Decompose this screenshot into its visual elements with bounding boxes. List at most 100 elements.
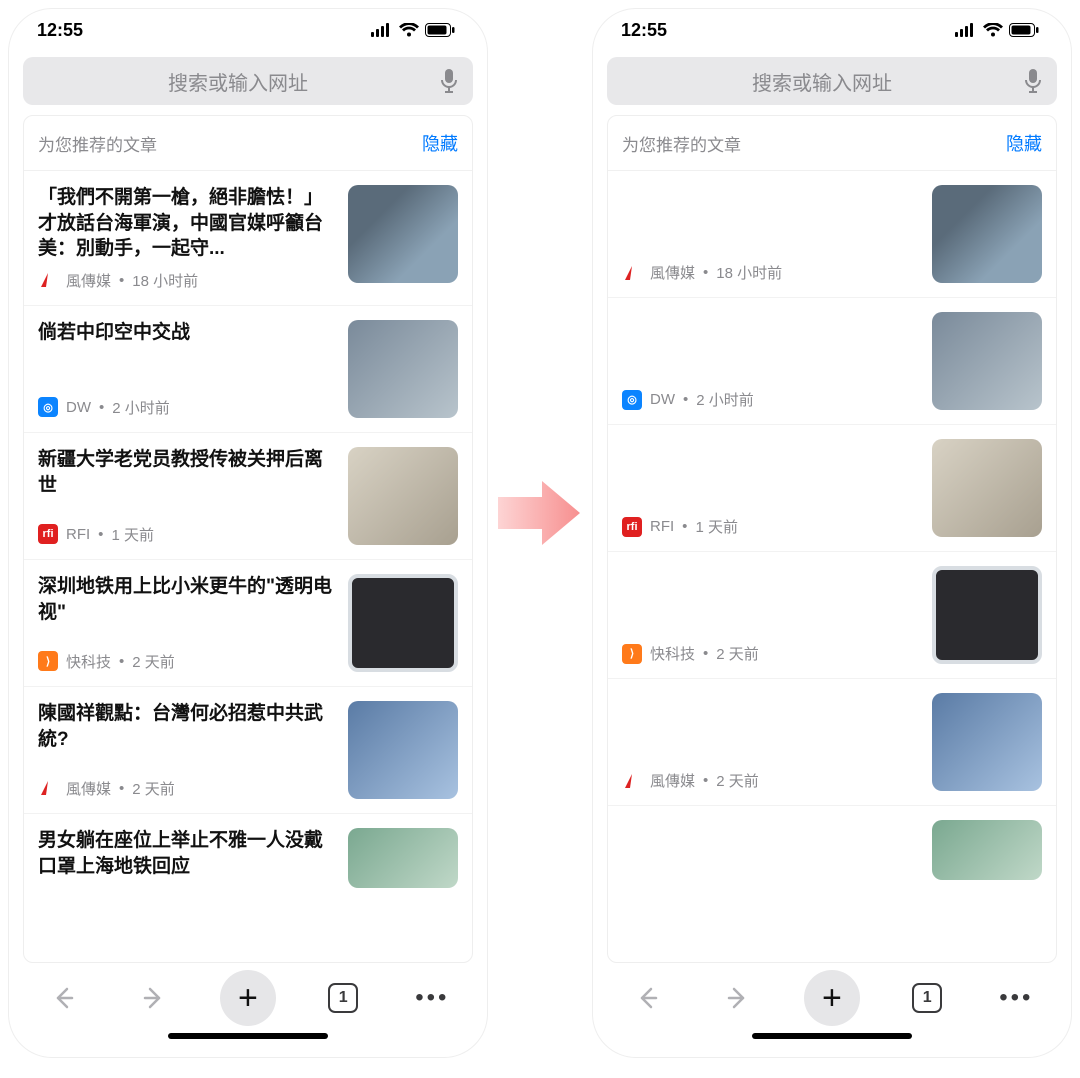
home-indicator[interactable]	[9, 1033, 487, 1057]
article-item[interactable]: 「我們不開第一槍，絕非膽怯！」才放話台海軍演，中國官媒呼籲台美：別動手，一起守.…	[24, 171, 472, 306]
search-placeholder: 搜索或输入网址	[621, 67, 1023, 96]
new-tab-button[interactable]: +	[804, 970, 860, 1026]
tab-count: 1	[328, 983, 358, 1013]
article-title: 深圳地铁用上比小米更牛的"透明电视"	[38, 574, 336, 625]
source-icon	[622, 263, 642, 283]
more-button[interactable]: •••	[410, 976, 454, 1020]
new-tab-button[interactable]: +	[220, 970, 276, 1026]
article-source: DW	[66, 399, 91, 416]
phone-before: 12:55 搜索或输入网址 为您推荐的文章 隐藏 「我們不開第一槍，絕非膽怯！」…	[8, 8, 488, 1058]
article-item[interactable]: 新疆大学老党员教授传被关押后离世 rfi RFI • 1 天前	[24, 433, 472, 560]
article-feed[interactable]: 風傳媒 • 18 小时前 ◎ DW • 2 小时前	[608, 171, 1056, 962]
card-header: 为您推荐的文章 隐藏	[608, 116, 1056, 171]
back-button[interactable]	[42, 976, 86, 1020]
article-source: 風傳媒	[650, 262, 695, 283]
article-item[interactable]: ⟩ 快科技 • 2 天前	[608, 552, 1056, 679]
more-button[interactable]: •••	[994, 976, 1038, 1020]
article-source: RFI	[650, 518, 674, 535]
tabs-button[interactable]: 1	[905, 976, 949, 1020]
article-source: 快科技	[650, 643, 695, 664]
mic-icon[interactable]	[1023, 68, 1043, 94]
source-icon: ⟩	[622, 644, 642, 664]
forward-button[interactable]	[131, 976, 175, 1020]
status-indicators	[955, 23, 1039, 37]
tabs-button[interactable]: 1	[321, 976, 365, 1020]
article-meta: ⟩ 快科技 • 2 天前	[622, 643, 920, 664]
article-source: 風傳媒	[66, 778, 111, 799]
article-source: 風傳媒	[66, 270, 111, 291]
back-button[interactable]	[626, 976, 670, 1020]
card-header: 为您推荐的文章 隐藏	[24, 116, 472, 171]
article-time: 1 天前	[111, 524, 154, 545]
article-time: 2 天前	[716, 643, 759, 664]
article-time: 1 天前	[695, 516, 738, 537]
article-meta: ◎ DW • 2 小时前	[622, 389, 920, 410]
article-meta: 風傳媒 • 18 小时前	[622, 262, 920, 283]
article-item[interactable]: 風傳媒 • 2 天前	[608, 679, 1056, 806]
article-item[interactable]: 深圳地铁用上比小米更牛的"透明电视" ⟩ 快科技 • 2 天前	[24, 560, 472, 687]
article-meta: 風傳媒 • 2 天前	[38, 778, 336, 799]
forward-button[interactable]	[715, 976, 759, 1020]
source-icon	[38, 270, 58, 290]
section-title: 为您推荐的文章	[38, 131, 157, 156]
source-icon: ⟩	[38, 651, 58, 671]
article-text: 風傳媒 • 18 小时前	[622, 185, 920, 283]
status-time: 12:55	[621, 20, 667, 41]
article-title: 男女躺在座位上举止不雅一人没戴口罩上海地铁回应	[38, 828, 336, 879]
article-thumbnail	[932, 820, 1042, 880]
article-meta: rfi RFI • 1 天前	[38, 524, 336, 545]
search-bar[interactable]: 搜索或输入网址	[607, 57, 1057, 105]
article-time: 2 小时前	[112, 397, 170, 418]
article-text	[622, 820, 920, 880]
article-text: 「我們不開第一槍，絕非膽怯！」才放話台海軍演，中國官媒呼籲台美：別動手，一起守.…	[38, 185, 336, 291]
article-thumbnail	[348, 701, 458, 799]
article-title: 新疆大学老党员教授传被关押后离世	[38, 447, 336, 498]
recommended-card: 为您推荐的文章 隐藏 「我們不開第一槍，絕非膽怯！」才放話台海軍演，中國官媒呼籲…	[23, 115, 473, 963]
source-icon: ◎	[38, 397, 58, 417]
search-bar[interactable]: 搜索或输入网址	[23, 57, 473, 105]
hide-button[interactable]: 隐藏	[422, 130, 458, 156]
article-thumbnail	[348, 185, 458, 283]
article-source: RFI	[66, 526, 90, 543]
article-item[interactable]: 陳國祥觀點：台灣何必招惹中共武統? 風傳媒 • 2 天前	[24, 687, 472, 814]
article-item[interactable]: rfi RFI • 1 天前	[608, 425, 1056, 552]
signal-icon	[371, 23, 393, 37]
article-thumbnail	[932, 185, 1042, 283]
wifi-icon	[399, 23, 419, 37]
article-feed[interactable]: 「我們不開第一槍，絕非膽怯！」才放話台海軍演，中國官媒呼籲台美：別動手，一起守.…	[24, 171, 472, 962]
article-text: 新疆大学老党员教授传被关押后离世 rfi RFI • 1 天前	[38, 447, 336, 545]
article-source: 風傳媒	[650, 770, 695, 791]
article-meta: rfi RFI • 1 天前	[622, 516, 920, 537]
status-bar: 12:55	[9, 9, 487, 51]
status-time: 12:55	[37, 20, 83, 41]
hide-button[interactable]: 隐藏	[1006, 130, 1042, 156]
battery-icon	[1009, 23, 1039, 37]
article-thumbnail	[932, 312, 1042, 410]
article-title: 倘若中印空中交战	[38, 320, 336, 346]
article-time: 18 小时前	[132, 270, 198, 291]
article-text: rfi RFI • 1 天前	[622, 439, 920, 537]
article-thumbnail	[348, 320, 458, 418]
article-item[interactable]: ◎ DW • 2 小时前	[608, 298, 1056, 425]
article-item[interactable]: 風傳媒 • 18 小时前	[608, 171, 1056, 298]
source-icon	[38, 778, 58, 798]
article-text: 風傳媒 • 2 天前	[622, 693, 920, 791]
article-meta: ⟩ 快科技 • 2 天前	[38, 651, 336, 672]
article-item[interactable]: 男女躺在座位上举止不雅一人没戴口罩上海地铁回应	[24, 814, 472, 902]
article-thumbnail	[348, 574, 458, 672]
mic-icon[interactable]	[439, 68, 459, 94]
battery-icon	[425, 23, 455, 37]
article-item[interactable]	[608, 806, 1056, 894]
article-source: DW	[650, 391, 675, 408]
article-item[interactable]: 倘若中印空中交战 ◎ DW • 2 小时前	[24, 306, 472, 433]
article-thumbnail	[348, 828, 458, 888]
article-text: ⟩ 快科技 • 2 天前	[622, 566, 920, 664]
phone-after: 12:55 搜索或输入网址 为您推荐的文章 隐藏 風傳媒 • 18 小时前	[592, 8, 1072, 1058]
source-icon	[622, 771, 642, 791]
article-thumbnail	[932, 439, 1042, 537]
article-meta: ◎ DW • 2 小时前	[38, 397, 336, 418]
article-text: ◎ DW • 2 小时前	[622, 312, 920, 410]
home-indicator[interactable]	[593, 1033, 1071, 1057]
search-placeholder: 搜索或输入网址	[37, 67, 439, 96]
article-text: 陳國祥觀點：台灣何必招惹中共武統? 風傳媒 • 2 天前	[38, 701, 336, 799]
